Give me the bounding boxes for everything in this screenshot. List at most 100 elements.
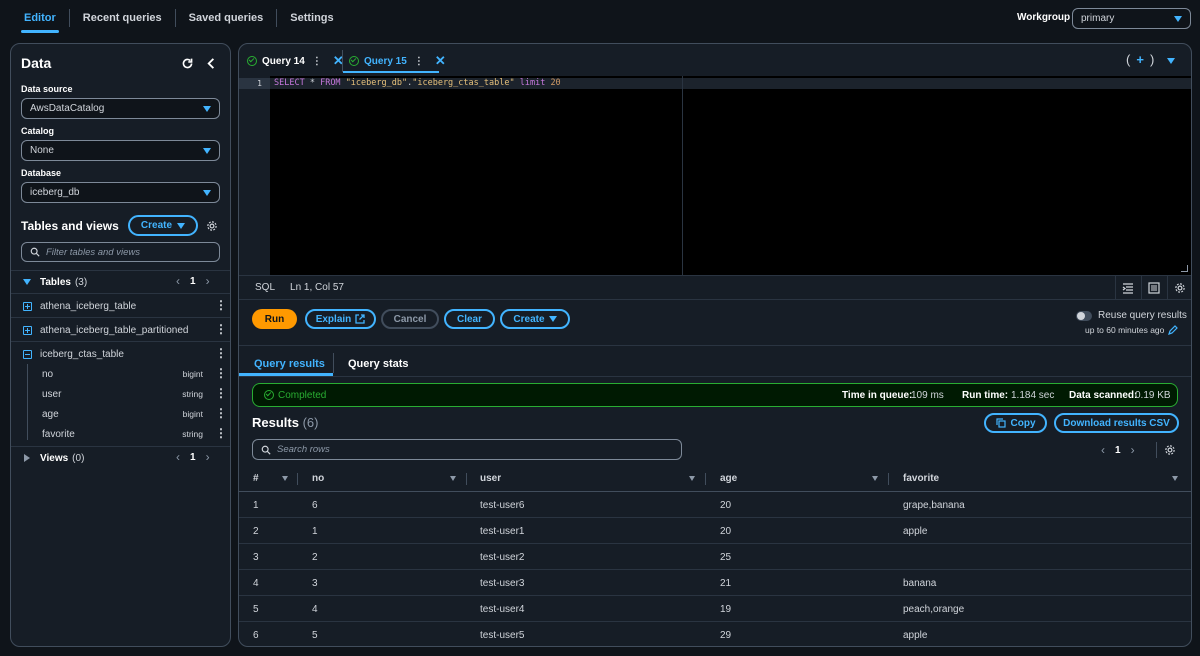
scanned-label: Data scanned:: [1069, 389, 1138, 401]
results-page-number[interactable]: 1: [1115, 445, 1121, 456]
tab-recent-queries[interactable]: Recent queries: [70, 0, 175, 36]
column-header-age[interactable]: age: [720, 466, 737, 491]
data-source-select[interactable]: AwsDataCatalog: [21, 98, 220, 119]
clear-button[interactable]: Clear: [444, 309, 495, 329]
query-tab-15[interactable]: Query 15 ⋮ ✕: [349, 50, 446, 72]
chevron-left-icon[interactable]: ‹: [176, 274, 180, 288]
column-header-index[interactable]: #: [253, 466, 259, 491]
age-cell: 21: [720, 577, 732, 589]
tab-divider: [342, 50, 343, 72]
favorite-cell: grape,banana: [903, 499, 965, 511]
no-cell: 5: [312, 629, 318, 641]
new-query-button[interactable]: (+): [1126, 52, 1154, 67]
column-actions-menu-icon[interactable]: ⋮: [215, 367, 227, 379]
tab-settings[interactable]: Settings: [277, 0, 346, 36]
expand-icon[interactable]: [23, 301, 32, 311]
sql-operator: *: [304, 78, 321, 88]
shortcuts-icon[interactable]: [1148, 282, 1160, 294]
divider: [11, 293, 230, 294]
reuse-results-toggle[interactable]: [1076, 310, 1092, 321]
divider: [1141, 276, 1142, 300]
close-icon[interactable]: ✕: [435, 53, 446, 69]
tables-page-number[interactable]: 1: [190, 276, 196, 287]
query-tab-14[interactable]: Query 14 ⋮ ✕: [247, 50, 344, 72]
database-select[interactable]: iceberg_db: [21, 182, 220, 203]
editor-settings-gear-icon[interactable]: [1174, 282, 1186, 294]
user-cell: test-user2: [480, 551, 525, 563]
run-button[interactable]: Run: [252, 309, 297, 329]
user-cell: test-user1: [480, 525, 525, 537]
sql-number: 20: [550, 78, 561, 88]
tab-editor[interactable]: Editor: [11, 0, 69, 36]
chevron-right-icon[interactable]: ›: [206, 274, 210, 288]
sort-icon[interactable]: [872, 476, 878, 481]
format-query-icon[interactable]: [1122, 282, 1134, 294]
column-actions-menu-icon[interactable]: ⋮: [215, 407, 227, 419]
table-row[interactable]: 4 3 test-user3 21 banana: [239, 570, 1191, 596]
no-cell: 4: [312, 603, 318, 615]
editor-status-bar: SQL Ln 1, Col 57: [239, 275, 1191, 300]
sort-icon[interactable]: [1172, 476, 1178, 481]
column-header-favorite[interactable]: favorite: [903, 466, 939, 491]
column-actions-menu-icon[interactable]: ⋮: [215, 427, 227, 439]
results-count: (6): [302, 415, 319, 430]
sort-icon[interactable]: [450, 476, 456, 481]
age-cell: 20: [720, 499, 732, 511]
search-rows-input[interactable]: Search rows: [252, 439, 682, 460]
chevron-right-icon[interactable]: ›: [206, 450, 210, 464]
column-type: string: [182, 389, 203, 399]
sort-icon[interactable]: [689, 476, 695, 481]
sort-icon[interactable]: [282, 476, 288, 481]
cancel-button[interactable]: Cancel: [381, 309, 439, 329]
table-actions-menu-icon[interactable]: ⋮: [215, 323, 227, 335]
download-results-button[interactable]: Download results CSV: [1054, 413, 1179, 433]
table-item-iceberg-ctas-table[interactable]: iceberg_ctas_table: [11, 344, 230, 364]
column-header-no[interactable]: no: [312, 466, 324, 491]
chevron-left-icon[interactable]: ‹: [176, 450, 180, 464]
table-item-athena-iceberg-table[interactable]: athena_iceberg_table: [11, 296, 230, 316]
table-item-athena-iceberg-table-partitioned[interactable]: athena_iceberg_table_partitioned: [11, 320, 230, 340]
chevron-down-icon: [203, 147, 211, 154]
table-preferences-gear-icon[interactable]: [1164, 444, 1176, 456]
row-index-cell: 2: [253, 525, 259, 537]
tables-views-title: Tables and views: [21, 219, 119, 233]
tab-saved-queries[interactable]: Saved queries: [176, 0, 277, 36]
expand-icon[interactable]: [23, 325, 32, 335]
chevron-right-icon[interactable]: ›: [1131, 443, 1135, 457]
views-count: (0): [72, 452, 85, 464]
tab-menu-icon[interactable]: ⋮: [312, 56, 322, 67]
edit-pencil-icon[interactable]: [1168, 325, 1179, 335]
create-table-button[interactable]: Create: [128, 215, 198, 236]
table-actions-menu-icon[interactable]: ⋮: [215, 299, 227, 311]
column-actions-menu-icon[interactable]: ⋮: [215, 387, 227, 399]
table-actions-menu-icon[interactable]: ⋮: [215, 347, 227, 359]
column-header-user[interactable]: user: [480, 466, 501, 491]
gear-icon[interactable]: [206, 220, 218, 234]
chevron-left-icon[interactable]: ‹: [1101, 443, 1105, 457]
views-label: Views: [40, 452, 69, 464]
divider: [1156, 442, 1157, 458]
copy-button[interactable]: Copy: [984, 413, 1047, 433]
table-row[interactable]: 5 4 test-user4 19 peach,orange: [239, 596, 1191, 622]
table-row[interactable]: 6 5 test-user5 29 apple: [239, 622, 1191, 648]
filter-tables-input[interactable]: Filter tables and views: [21, 242, 220, 262]
collapse-panel-icon[interactable]: [206, 57, 217, 72]
table-row[interactable]: 2 1 test-user1 20 apple: [239, 518, 1191, 544]
collapse-icon[interactable]: [23, 349, 32, 359]
search-rows-placeholder: Search rows: [277, 444, 330, 455]
views-page-number[interactable]: 1: [190, 452, 196, 463]
tab-query-stats[interactable]: Query stats: [348, 351, 409, 376]
sql-editor[interactable]: 1 SELECT * FROM "iceberg_db"."iceberg_ct…: [239, 76, 1191, 275]
refresh-icon[interactable]: [181, 57, 194, 72]
row-index-cell: 4: [253, 577, 259, 589]
workgroup-select[interactable]: primary: [1072, 8, 1191, 29]
new-query-menu-icon[interactable]: [1167, 58, 1175, 64]
catalog-select[interactable]: None: [21, 140, 220, 161]
column-item: user string: [11, 384, 230, 404]
create-dropdown-button[interactable]: Create: [500, 309, 570, 329]
explain-button[interactable]: Explain: [305, 309, 376, 329]
table-row[interactable]: 1 6 test-user6 20 grape,banana: [239, 492, 1191, 518]
table-row[interactable]: 3 2 test-user2 25: [239, 544, 1191, 570]
tab-menu-icon[interactable]: ⋮: [414, 56, 424, 67]
resize-handle-icon[interactable]: [1181, 265, 1188, 272]
